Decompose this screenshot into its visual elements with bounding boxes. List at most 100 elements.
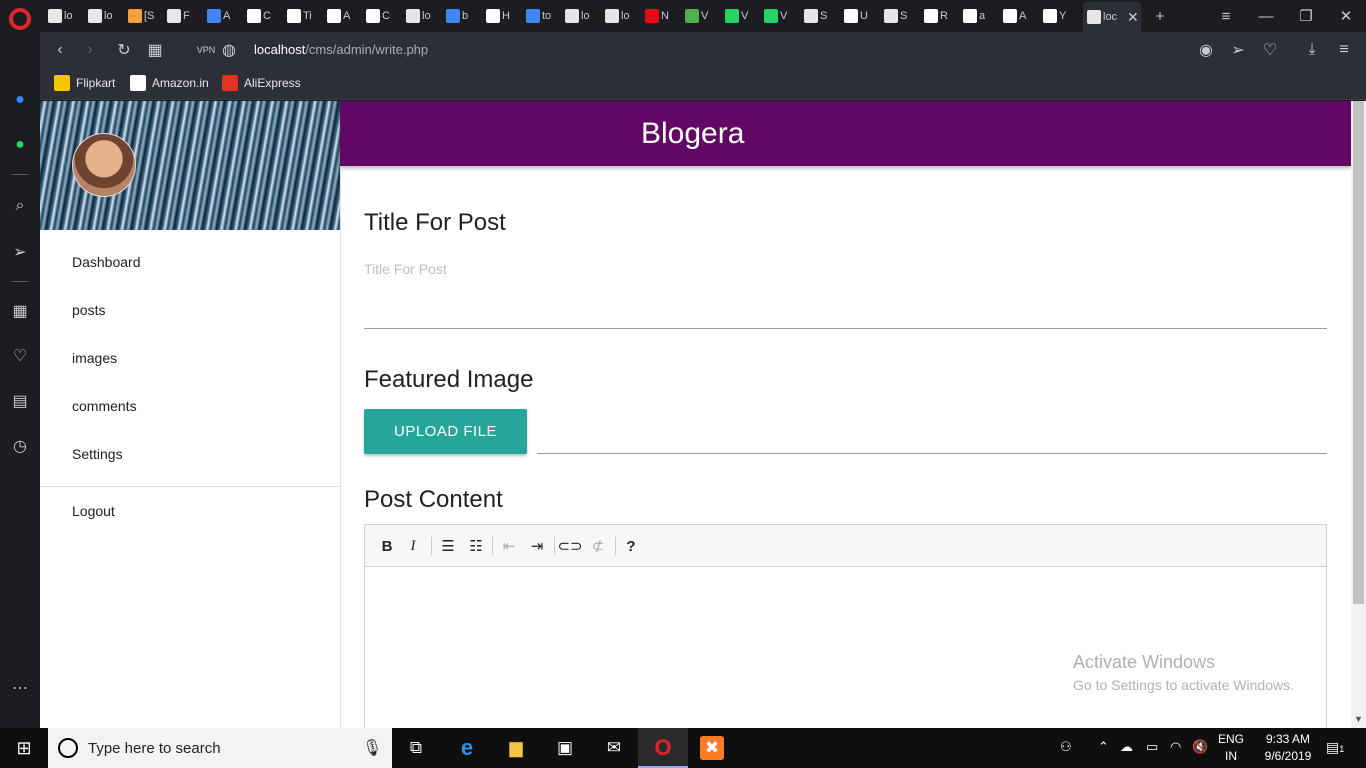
nav-images[interactable]: images <box>72 350 117 366</box>
indent-icon[interactable]: ⇥ <box>527 536 547 556</box>
speed-dial-icon[interactable]: ▦ <box>8 299 32 323</box>
heart-icon[interactable]: ♡ <box>1258 38 1282 62</box>
browser-tab[interactable]: H <box>482 4 518 28</box>
browser-tab[interactable]: A <box>999 4 1035 28</box>
url-field[interactable]: localhost/cms/admin/write.php <box>254 42 428 57</box>
action-center-icon[interactable]: ▤1 <box>1326 739 1344 756</box>
browser-tab[interactable]: N <box>641 4 677 28</box>
history-icon[interactable]: ◷ <box>8 434 32 458</box>
browser-tab[interactable]: V <box>721 4 757 28</box>
store-icon[interactable]: ▣ <box>553 736 577 760</box>
file-path-input[interactable] <box>537 453 1327 454</box>
close-tab-icon[interactable]: ✕ <box>1127 9 1139 26</box>
people-icon[interactable]: ⚇ <box>1060 739 1072 755</box>
nav-dashboard[interactable]: Dashboard <box>72 254 141 270</box>
bold-icon[interactable]: B <box>377 536 397 556</box>
camera-icon[interactable]: ◉ <box>1194 38 1218 62</box>
edge-icon[interactable]: e <box>455 735 479 760</box>
reload-icon[interactable]: ↻ <box>112 38 136 62</box>
browser-tab[interactable]: S <box>800 4 836 28</box>
show-hidden-icons-icon[interactable]: ⌃ <box>1098 739 1109 755</box>
bookmark-amazon[interactable]: Amazon.in <box>130 75 209 91</box>
browser-tab[interactable]: lo <box>601 4 637 28</box>
post-title-input[interactable] <box>364 259 1327 329</box>
mail-icon[interactable]: ✉ <box>602 736 626 760</box>
upload-file-button[interactable]: UPLOAD FILE <box>364 409 527 454</box>
browser-tab[interactable]: Ti <box>283 4 319 28</box>
nav-comments[interactable]: comments <box>72 398 137 414</box>
bookmark-aliexpress[interactable]: AliExpress <box>222 75 301 91</box>
italic-icon[interactable]: I <box>403 536 423 556</box>
browser-tab[interactable]: R <box>920 4 956 28</box>
minimize-icon[interactable]: — <box>1254 4 1278 28</box>
nav-posts[interactable]: posts <box>72 302 105 318</box>
nav-settings[interactable]: Settings <box>72 446 123 462</box>
scrollbar-thumb[interactable] <box>1353 101 1364 604</box>
browser-tab[interactable]: to <box>522 4 558 28</box>
onedrive-icon[interactable]: ☁ <box>1120 739 1133 755</box>
outdent-icon[interactable]: ⇤ <box>499 536 519 556</box>
avatar[interactable] <box>72 133 136 197</box>
browser-tab[interactable]: U <box>840 4 876 28</box>
wifi-icon[interactable]: ◠ <box>1170 739 1181 755</box>
forward-icon[interactable]: › <box>78 38 102 62</box>
browser-tab[interactable]: F <box>163 4 199 28</box>
ordered-list-icon[interactable]: ☰ <box>438 536 458 556</box>
whatsapp-icon[interactable]: ● <box>8 133 32 157</box>
browser-tab[interactable]: C <box>243 4 279 28</box>
browser-tab[interactable]: A <box>323 4 359 28</box>
browser-tab[interactable]: lo <box>402 4 438 28</box>
browser-tab[interactable]: lo <box>44 4 80 28</box>
windows-start-icon[interactable]: ⊞ <box>0 728 48 768</box>
easy-setup-icon[interactable]: ≡ <box>1332 38 1356 62</box>
page-scrollbar[interactable]: ▼ <box>1351 101 1366 728</box>
task-view-icon[interactable]: ⧉ <box>404 736 428 760</box>
tab-active[interactable]: loc ✕ <box>1083 2 1141 32</box>
link-icon[interactable]: ⊂⊃ <box>557 536 582 556</box>
tab-menu-icon[interactable]: ≡ <box>1214 4 1238 28</box>
browser-tab[interactable]: lo <box>84 4 120 28</box>
system-clock[interactable]: 9:33 AM 9/6/2019 <box>1258 731 1318 765</box>
tabs-grid-icon[interactable]: ▦ <box>143 38 167 62</box>
help-icon[interactable]: ? <box>621 536 641 556</box>
browser-tab[interactable]: b <box>442 4 478 28</box>
new-tab-icon[interactable]: + <box>1148 4 1172 28</box>
rich-text-editor[interactable]: B I ☰ ☷ ⇤ ⇥ ⊂⊃ ⊄ ? <box>364 524 1327 728</box>
send-icon[interactable]: ➢ <box>1226 38 1250 62</box>
search-icon[interactable]: ⌕ <box>8 194 32 218</box>
vpn-icon[interactable]: VPN <box>194 38 218 62</box>
heart-icon[interactable]: ♡ <box>8 344 32 368</box>
browser-tab[interactable]: a <box>959 4 995 28</box>
bookmark-flipkart[interactable]: Flipkart <box>54 75 115 91</box>
more-icon[interactable]: ⋯ <box>8 676 32 700</box>
maximize-icon[interactable]: ❐ <box>1294 4 1318 28</box>
volume-muted-icon[interactable]: 🔇 <box>1192 739 1208 755</box>
messenger-icon[interactable]: ● <box>8 88 32 112</box>
brand-logo[interactable]: Blogera <box>641 117 744 151</box>
microphone-icon[interactable]: 🎙 <box>362 738 382 758</box>
scroll-down-icon[interactable]: ▼ <box>1354 714 1363 724</box>
file-explorer-icon[interactable]: ▆ <box>504 736 528 760</box>
browser-tab[interactable]: lo <box>561 4 597 28</box>
close-window-icon[interactable]: ✕ <box>1334 4 1358 28</box>
unlink-icon[interactable]: ⊄ <box>588 536 608 556</box>
browser-tab[interactable]: Y <box>1039 4 1075 28</box>
browser-tab[interactable]: V <box>760 4 796 28</box>
bullet-list-icon[interactable]: ☷ <box>466 536 486 556</box>
input-language[interactable]: ENG IN <box>1216 731 1246 765</box>
download-icon[interactable]: ⤓ <box>1300 38 1324 62</box>
browser-tab[interactable]: S <box>880 4 916 28</box>
browser-tab[interactable]: V <box>681 4 717 28</box>
browser-tab[interactable]: A <box>203 4 239 28</box>
xampp-icon[interactable]: ✖ <box>700 736 724 760</box>
opera-icon[interactable]: O <box>651 735 675 760</box>
nav-logout[interactable]: Logout <box>72 503 115 519</box>
browser-tab[interactable]: [S <box>124 4 160 28</box>
opera-logo-icon[interactable] <box>9 8 31 30</box>
battery-icon[interactable]: ▭ <box>1146 739 1158 755</box>
taskbar-search[interactable]: Type here to search 🎙 <box>48 728 392 768</box>
back-icon[interactable]: ‹ <box>48 38 72 62</box>
browser-tab[interactable]: C <box>362 4 398 28</box>
send-icon[interactable]: ➢ <box>8 240 32 264</box>
news-icon[interactable]: ▤ <box>8 389 32 413</box>
